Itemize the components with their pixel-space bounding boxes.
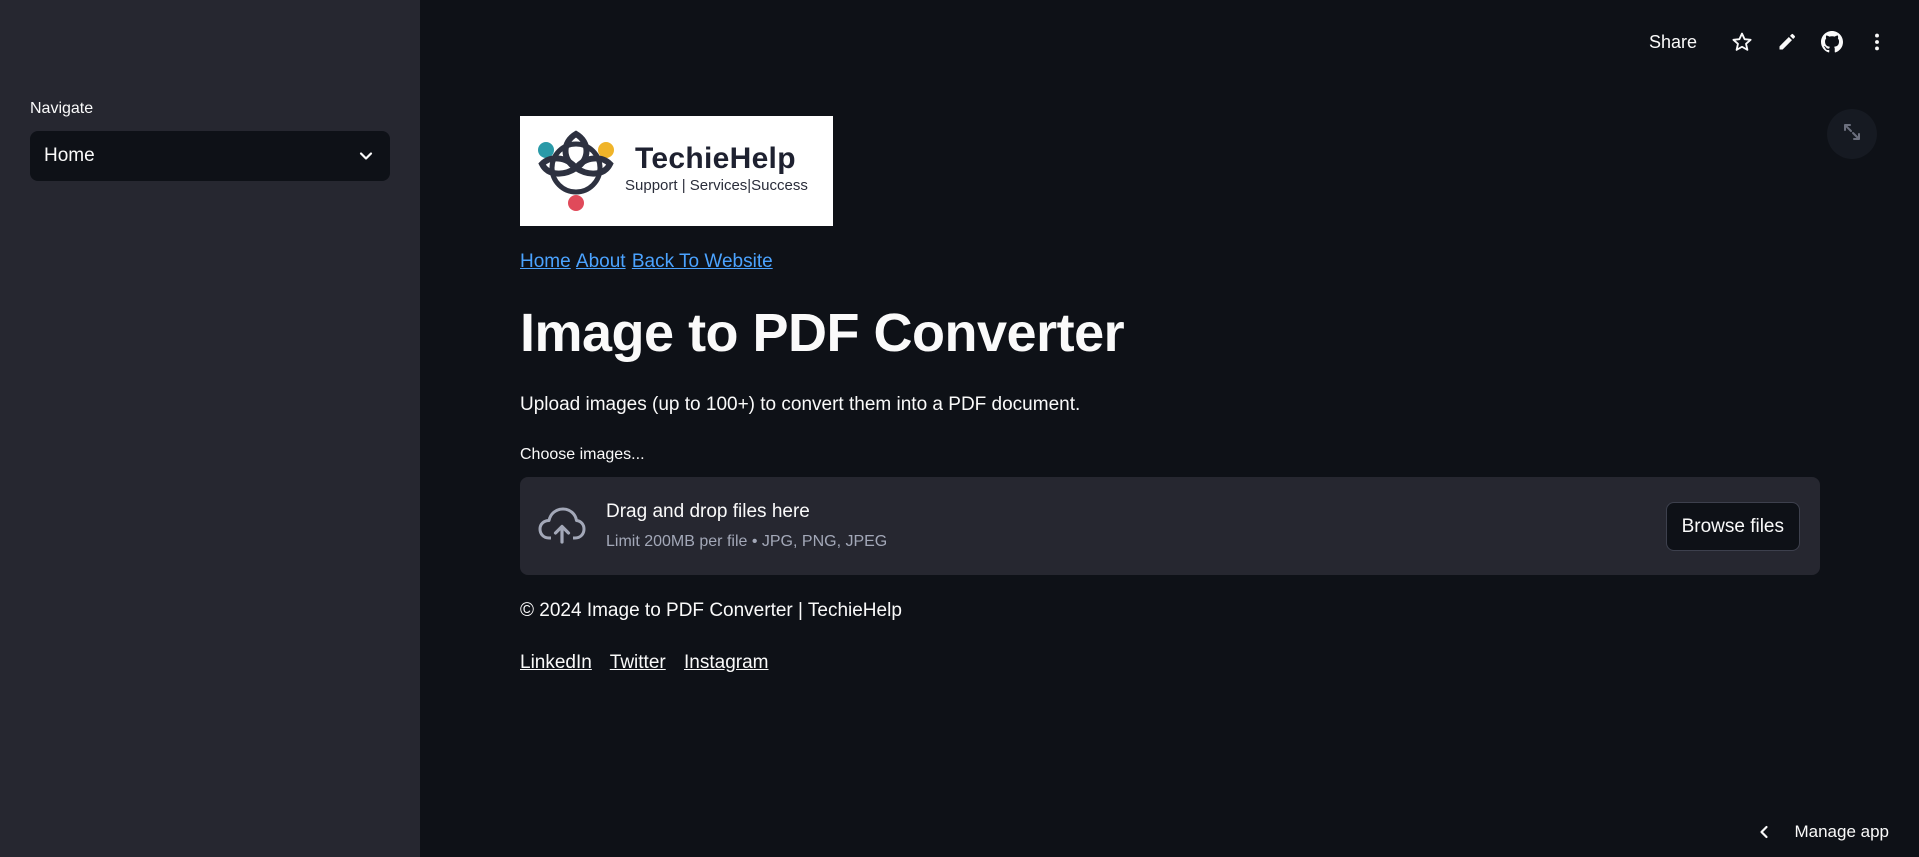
page-title: Image to PDF Converter: [520, 303, 1125, 363]
logo-subtitle: Support | Services|Success: [625, 177, 808, 194]
home-link[interactable]: Home: [520, 251, 571, 272]
file-dropzone[interactable]: Drag and drop files here Limit 200MB per…: [520, 477, 1820, 575]
main-content: Share TechieHelp Support | Services|Succ…: [420, 0, 1919, 857]
cloud-upload-icon: [538, 504, 586, 548]
logo-title: TechieHelp: [635, 142, 796, 175]
page-description: Upload images (up to 100+) to convert th…: [520, 394, 1081, 415]
chevron-down-icon: [356, 146, 376, 166]
fullscreen-button[interactable]: [1827, 109, 1877, 159]
social-links: LinkedIn Twitter Instagram: [520, 652, 782, 674]
uploader-label: Choose images...: [520, 446, 645, 463]
navigate-select[interactable]: Home: [30, 131, 390, 181]
instagram-link[interactable]: Instagram: [684, 652, 768, 673]
top-nav-links: Home About Back To Website: [520, 251, 774, 273]
navigate-label: Navigate: [30, 100, 94, 117]
chevron-left-icon: [1752, 820, 1776, 844]
browse-files-button[interactable]: Browse files: [1665, 502, 1800, 551]
sidebar: Navigate Home: [0, 0, 420, 857]
more-vertical-icon[interactable]: [1854, 22, 1899, 62]
navigate-select-value: Home: [44, 145, 95, 166]
share-button[interactable]: Share: [1649, 32, 1697, 53]
pencil-icon[interactable]: [1764, 22, 1809, 62]
github-icon[interactable]: [1809, 22, 1854, 62]
dropzone-limit: Limit 200MB per file • JPG, PNG, JPEG: [606, 533, 888, 550]
about-link[interactable]: About: [576, 251, 626, 272]
manage-app-button[interactable]: Manage app: [1752, 815, 1889, 849]
app-toolbar: Share: [1649, 22, 1899, 62]
twitter-link[interactable]: Twitter: [610, 652, 666, 673]
star-icon[interactable]: [1719, 22, 1764, 62]
footer-copyright: © 2024 Image to PDF Converter | TechieHe…: [520, 600, 902, 621]
logo-mark: [538, 130, 614, 211]
linkedin-link[interactable]: LinkedIn: [520, 652, 592, 673]
back-to-website-link[interactable]: Back To Website: [632, 251, 773, 272]
techiehelp-logo: TechieHelp Support | Services|Success: [520, 116, 833, 226]
dropzone-title: Drag and drop files here: [606, 501, 810, 522]
expand-icon: [1842, 122, 1862, 147]
manage-app-label: Manage app: [1794, 822, 1889, 841]
